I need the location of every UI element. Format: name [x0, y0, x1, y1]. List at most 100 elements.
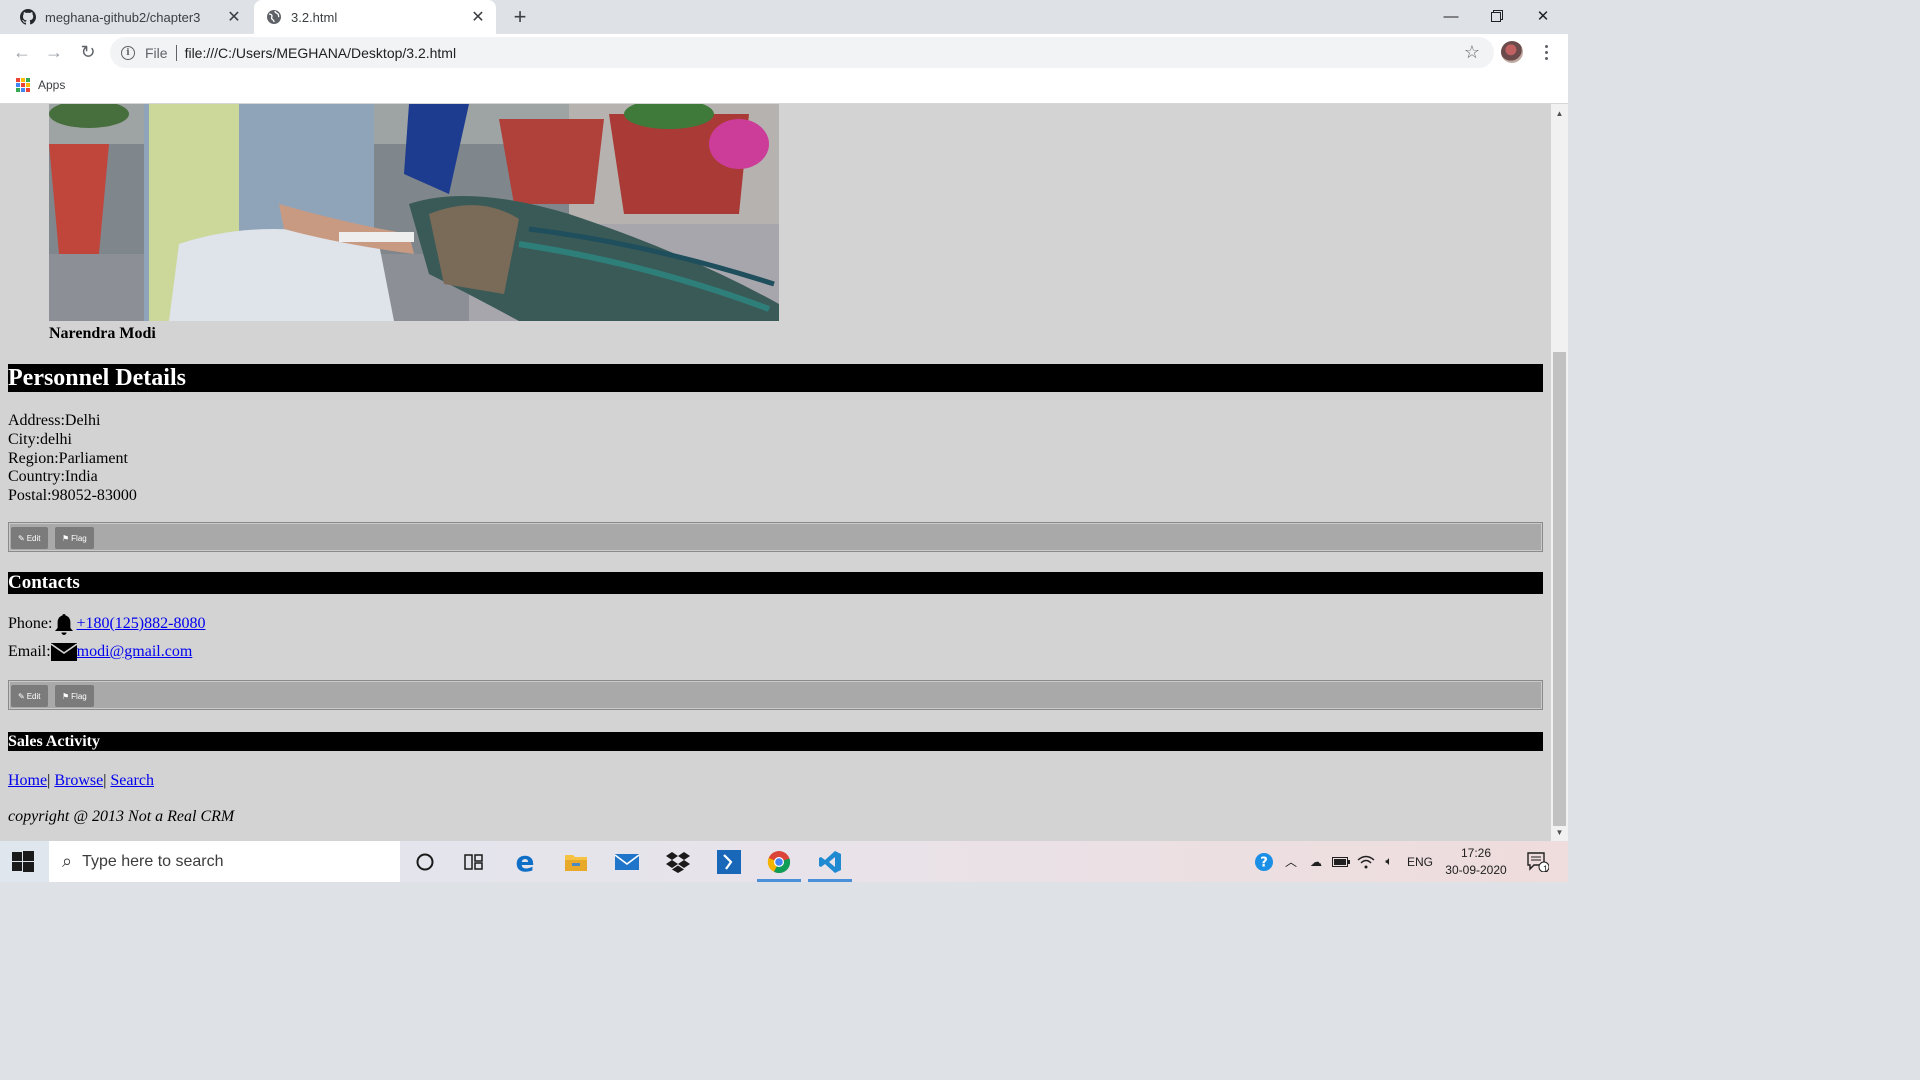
envelope-icon: [50, 642, 77, 662]
edit-icon: ✎: [18, 691, 25, 701]
bookmark-star-icon[interactable]: ☆: [1464, 42, 1480, 63]
detail-region: Region:Parliament: [8, 449, 128, 467]
bell-icon: [52, 612, 76, 636]
minimize-icon[interactable]: —: [1428, 0, 1474, 32]
edit-button-label: Edit: [26, 533, 41, 543]
bookmark-apps-label: Apps: [38, 78, 66, 92]
reload-icon[interactable]: ↻: [74, 38, 102, 66]
file-explorer-icon[interactable]: [551, 841, 601, 882]
scroll-up-arrow-icon[interactable]: ▲: [1551, 106, 1568, 120]
taskbar-search-box[interactable]: ⌕ Type here to search: [49, 841, 400, 882]
address-url[interactable]: file:///C:/Users/MEGHANA/Desktop/3.2.htm…: [185, 45, 457, 61]
show-hidden-icons-icon[interactable]: ︿: [1281, 841, 1301, 882]
footer-nav: Home| Browse| Search: [8, 772, 154, 790]
address-bar[interactable]: i File file:///C:/Users/MEGHANA/Desktop/…: [110, 37, 1494, 68]
phone-label: Phone:: [8, 615, 53, 632]
bookmarks-bar: Apps: [0, 71, 1568, 104]
edit-icon: ✎: [18, 533, 25, 543]
close-tab-icon[interactable]: ✕: [224, 7, 244, 27]
task-view-icon[interactable]: [449, 841, 499, 882]
page-scrollbar[interactable]: ▲ ▼: [1551, 104, 1568, 841]
address-separator: [175, 44, 177, 61]
detail-country: Country:India: [8, 468, 98, 486]
tab-title: meghana-github2/chapter3: [45, 9, 201, 25]
close-tab-icon[interactable]: ✕: [468, 7, 488, 27]
bookmark-apps[interactable]: Apps: [16, 78, 65, 92]
flag-icon: ⚑: [62, 691, 70, 701]
close-window-icon[interactable]: ✕: [1520, 0, 1566, 32]
personnel-details-heading: Personnel Details: [8, 364, 1543, 392]
detail-city: City:delhi: [8, 430, 72, 448]
mail-icon[interactable]: [602, 841, 652, 882]
browser-toolbar: ← → ↻ i File file:///C:/Users/MEGHANA/De…: [0, 34, 1568, 71]
notification-center-icon[interactable]: 1: [1520, 841, 1556, 882]
clock-time: 17:26: [1460, 846, 1492, 860]
notification-count: 1: [1543, 864, 1549, 874]
taskbar-search-placeholder: Type here to search: [82, 852, 224, 870]
nav-home-link[interactable]: Home: [8, 772, 47, 789]
contacts-heading: Contacts: [8, 572, 1543, 594]
tab-3-2-html[interactable]: 3.2.html ✕: [254, 0, 496, 34]
wifi-icon[interactable]: [1355, 841, 1377, 882]
search-icon: ⌕: [62, 851, 73, 871]
contacts-action-bar: ✎ Edit ⚑ Flag: [8, 680, 1543, 710]
back-icon[interactable]: ←: [8, 38, 36, 66]
chrome-icon[interactable]: [754, 841, 804, 882]
windows-taskbar: ⌕ Type here to search e ? ︿ ☁ 🔈︎ ENG 17:…: [0, 841, 1568, 882]
new-tab-button[interactable]: +: [508, 4, 532, 29]
taskbar-clock[interactable]: 17:26 30-09-2020: [1440, 845, 1512, 879]
email-link[interactable]: modi@gmail.com: [77, 643, 193, 661]
windows-start-icon[interactable]: [12, 851, 34, 873]
powershell-icon[interactable]: [704, 841, 754, 882]
nav-browse-link[interactable]: Browse: [54, 772, 103, 789]
edit-button[interactable]: ✎ Edit: [11, 685, 48, 707]
personnel-details: Address:Delhi City:delhi Region:Parliame…: [8, 412, 137, 506]
language-indicator[interactable]: ENG: [1403, 841, 1437, 882]
vscode-icon[interactable]: [805, 841, 855, 882]
email-label: Email:: [8, 643, 51, 660]
scroll-thumb[interactable]: [1553, 352, 1566, 826]
address-scheme: File: [145, 44, 168, 61]
phone-link[interactable]: +180(125)882-8080: [76, 615, 205, 633]
nav-separator: |: [47, 772, 51, 789]
scroll-down-arrow-icon[interactable]: ▼: [1551, 825, 1568, 839]
flag-button-label: Flag: [71, 533, 87, 543]
restore-icon[interactable]: [1474, 0, 1520, 32]
flag-button[interactable]: ⚑ Flag: [55, 685, 94, 707]
flag-button-label: Flag: [71, 691, 87, 701]
onedrive-sync-icon[interactable]: ☁: [1305, 841, 1327, 882]
battery-icon[interactable]: [1330, 841, 1352, 882]
cortana-icon[interactable]: [400, 841, 450, 882]
profile-avatar[interactable]: [1501, 41, 1523, 63]
tab-title: 3.2.html: [291, 9, 338, 25]
volume-icon[interactable]: 🔈︎: [1378, 841, 1400, 882]
globe-icon: [266, 9, 282, 25]
nav-separator: |: [103, 772, 107, 789]
browser-menu-icon[interactable]: [1536, 40, 1556, 64]
sales-activity-heading: Sales Activity: [8, 732, 1543, 751]
edit-button-label: Edit: [26, 691, 41, 701]
nav-search-link[interactable]: Search: [110, 772, 154, 789]
photo-caption: Narendra Modi: [49, 325, 156, 342]
detail-postal: Postal:98052-83000: [8, 487, 137, 505]
svg-text:?: ?: [1260, 855, 1268, 870]
clock-date: 30-09-2020: [1445, 863, 1507, 877]
phone-row: Phone: +180(125)882-8080: [8, 612, 205, 636]
tab-github[interactable]: meghana-github2/chapter3 ✕: [8, 0, 252, 34]
email-row: Email: modi@gmail.com: [8, 642, 192, 662]
help-icon[interactable]: ?: [1252, 841, 1276, 882]
copyright-text: copyright @ 2013 Not a Real CRM: [8, 808, 235, 825]
info-icon[interactable]: i: [121, 45, 135, 60]
dropbox-icon[interactable]: [653, 841, 703, 882]
detail-address: Address:Delhi: [8, 412, 101, 429]
edit-button[interactable]: ✎ Edit: [11, 527, 48, 549]
flag-icon: ⚑: [62, 533, 70, 543]
apps-grid-icon: [16, 78, 30, 92]
forward-icon[interactable]: →: [40, 38, 68, 66]
github-icon: [20, 9, 36, 25]
page-viewport: Narendra Modi Personnel Details Address:…: [0, 104, 1551, 841]
personnel-action-bar: ✎ Edit ⚑ Flag: [8, 522, 1543, 552]
flag-button[interactable]: ⚑ Flag: [55, 527, 94, 549]
edge-icon[interactable]: e: [500, 841, 550, 882]
profile-photo: [49, 104, 779, 321]
